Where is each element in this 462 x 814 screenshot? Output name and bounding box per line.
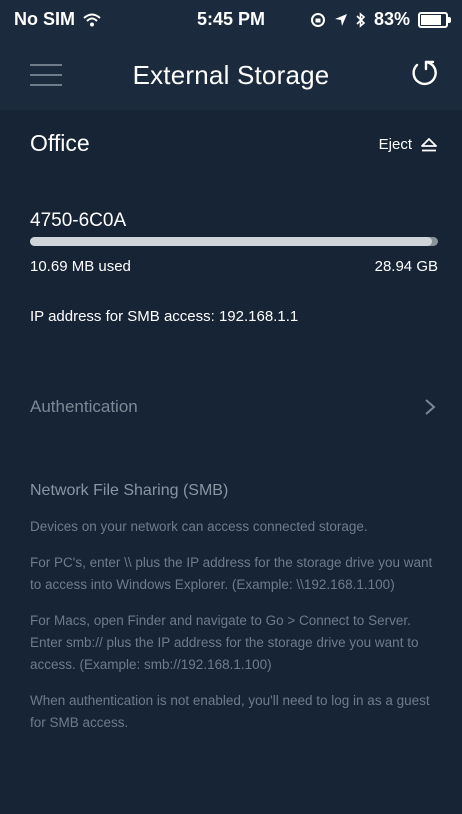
- status-bar: No SIM 5:45 PM 83%: [0, 0, 462, 40]
- page-title: External Storage: [132, 60, 330, 90]
- eject-icon: [421, 137, 437, 151]
- smb-ip-address: IP address for SMB access: 192.168.1.1: [30, 308, 299, 325]
- battery-percent: 83%: [373, 9, 410, 29]
- smb-guest-note: When authentication is not enabled, you'…: [30, 693, 430, 730]
- smb-description: Devices on your network can access conne…: [30, 519, 368, 534]
- smb-mac-instructions: For Macs, open Finder and navigate to Go…: [30, 613, 419, 672]
- chevron-right-icon: [425, 399, 436, 415]
- lock-rotation-icon: [310, 12, 325, 27]
- refresh-icon[interactable]: [408, 58, 438, 88]
- storage-progress-fill: [30, 237, 432, 246]
- authentication-label: Authentication: [30, 397, 138, 416]
- storage-used: 10.69 MB used: [30, 258, 131, 275]
- location-icon: [334, 13, 347, 26]
- main-content: Office Eject 4750-6C0A 10.69 MB used 28.…: [0, 110, 462, 814]
- eject-label: Eject: [378, 136, 412, 153]
- storage-progress-bar: [30, 237, 438, 246]
- device-row: Office Eject: [30, 130, 438, 164]
- authentication-row[interactable]: Authentication: [30, 395, 438, 421]
- device-name: Office: [30, 130, 90, 156]
- storage-total: 28.94 GB: [374, 258, 438, 275]
- nav-bar: External Storage: [0, 40, 462, 110]
- smb-title: Network File Sharing (SMB): [30, 482, 229, 499]
- smb-info-section: Network File Sharing (SMB) Devices on yo…: [30, 482, 442, 748]
- storage-drive-label: 4750-6C0A: [30, 210, 127, 231]
- smb-pc-instructions: For PC's, enter \\ plus the IP address f…: [30, 555, 433, 592]
- battery-icon: [418, 11, 451, 28]
- bluetooth-icon: [356, 11, 366, 28]
- status-right: 83%: [310, 9, 451, 30]
- battery-level: [421, 14, 441, 25]
- eject-button[interactable]: Eject: [379, 136, 438, 153]
